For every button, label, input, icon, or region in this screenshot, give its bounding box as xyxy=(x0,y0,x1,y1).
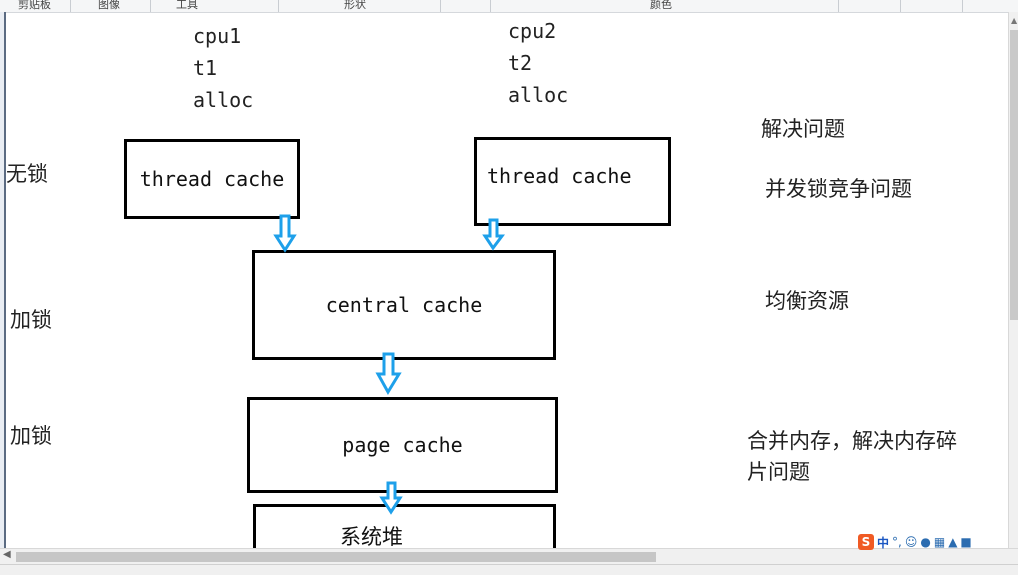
arrow-thread1-to-central xyxy=(273,214,297,253)
horizontal-scroll-thumb[interactable] xyxy=(16,552,656,562)
skin-icon[interactable]: ■ xyxy=(960,535,971,549)
flow-arrows xyxy=(273,214,505,515)
note-merge-line2: 片问题 xyxy=(747,460,810,484)
arrow-central-to-page xyxy=(375,352,402,395)
toolbox-icon[interactable]: ▲ xyxy=(948,535,957,549)
note-balance: 均衡资源 xyxy=(765,289,849,313)
note-concurrency: 并发锁竞争问题 xyxy=(765,177,912,201)
arrow-thread2-to-central xyxy=(482,218,505,251)
ime-mode-toggle[interactable]: 中 xyxy=(877,534,889,551)
note-solve-problems: 解决问题 xyxy=(761,117,845,141)
scroll-up-icon[interactable]: ▲ xyxy=(1011,16,1017,25)
vertical-scrollbar[interactable]: ▲ xyxy=(1008,12,1018,548)
ime-toolbar[interactable]: S 中 °, ☺ ● ▦ ▲ ■ xyxy=(858,532,1018,552)
vertical-scroll-thumb[interactable] xyxy=(1010,30,1018,320)
microphone-icon[interactable]: ● xyxy=(920,535,930,549)
sogou-logo-icon[interactable]: S xyxy=(858,534,874,550)
note-merge-line1: 合并内存，解决内存碎 xyxy=(747,429,957,453)
arrow-page-to-heap xyxy=(379,481,403,515)
keyboard-icon[interactable]: ▦ xyxy=(934,535,945,549)
smiley-icon[interactable]: ☺ xyxy=(905,535,918,549)
ime-punctuation-toggle[interactable]: °, xyxy=(892,535,902,549)
status-bar xyxy=(0,564,1018,575)
scroll-left-icon[interactable]: ◀ xyxy=(3,549,11,560)
